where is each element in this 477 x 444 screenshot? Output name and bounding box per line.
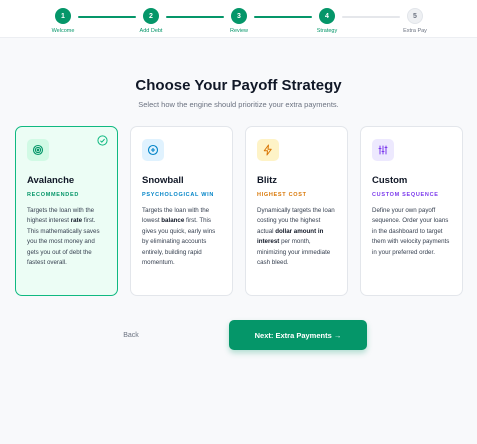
page-subtitle: Select how the engine should prioritize …	[138, 100, 339, 109]
plus-circle-icon	[142, 139, 164, 161]
step-extra-pay[interactable]: 5 Extra Pay	[385, 8, 445, 35]
strategy-tag: HIGHEST COST	[257, 192, 307, 198]
step-add-debt[interactable]: 2 Add Debt	[121, 8, 181, 35]
step-strategy[interactable]: 4 Strategy	[297, 8, 357, 35]
strategy-card-snowball[interactable]: Snowball PSYCHOLOGICAL WIN Targets the l…	[130, 126, 233, 296]
step-welcome[interactable]: 1 Welcome	[33, 8, 93, 35]
step-review[interactable]: 3 Review	[209, 8, 269, 35]
step-number: 5	[407, 8, 423, 24]
step-label: Welcome	[51, 28, 75, 34]
strategy-tag: CUSTOM SEQUENCE	[372, 192, 439, 198]
strategy-description: Define your own payoff sequence. Order y…	[372, 207, 450, 256]
step-number: 4	[319, 8, 335, 24]
strategy-tag: PSYCHOLOGICAL WIN	[142, 192, 214, 198]
sliders-icon	[372, 139, 394, 161]
step-number: 2	[143, 8, 159, 24]
strategy-name: Snowball	[142, 175, 184, 186]
step-label: Strategy	[316, 28, 338, 34]
strategy-name: Avalanche	[27, 175, 75, 186]
back-button[interactable]: Back	[113, 327, 149, 343]
step-label: Extra Pay	[403, 28, 427, 34]
strategy-card-avalanche[interactable]: Avalanche RECOMMENDED Targets the loan w…	[15, 126, 118, 296]
strategy-card-custom[interactable]: Custom CUSTOM SEQUENCE Define your own p…	[360, 126, 463, 296]
next-extra-payments-button[interactable]: Next: Extra Payments →	[229, 320, 367, 350]
strategy-description: Targets the loan with the lowest balance…	[142, 207, 216, 267]
strategy-name: Blitz	[257, 175, 278, 186]
progress-stepper: 1 Welcome 2 Add Debt 3 Review 4 Strategy…	[0, 0, 477, 38]
strategy-description: Dynamically targets the loan costing you…	[257, 207, 335, 267]
strategy-description: Targets the loan with the highest intere…	[27, 207, 100, 267]
target-icon	[27, 139, 49, 161]
step-number: 1	[55, 8, 71, 24]
step-label: Add Debt	[139, 28, 163, 34]
strategy-tag: RECOMMENDED	[27, 192, 80, 198]
selected-check-icon	[97, 135, 108, 146]
step-label: Review	[229, 28, 249, 34]
strategy-card-blitz[interactable]: Blitz HIGHEST COST Dynamically targets t…	[245, 126, 348, 296]
strategy-name: Custom	[372, 175, 408, 186]
lightning-icon	[257, 139, 279, 161]
step-number: 3	[231, 8, 247, 24]
page-title: Choose Your Payoff Strategy	[135, 77, 342, 94]
